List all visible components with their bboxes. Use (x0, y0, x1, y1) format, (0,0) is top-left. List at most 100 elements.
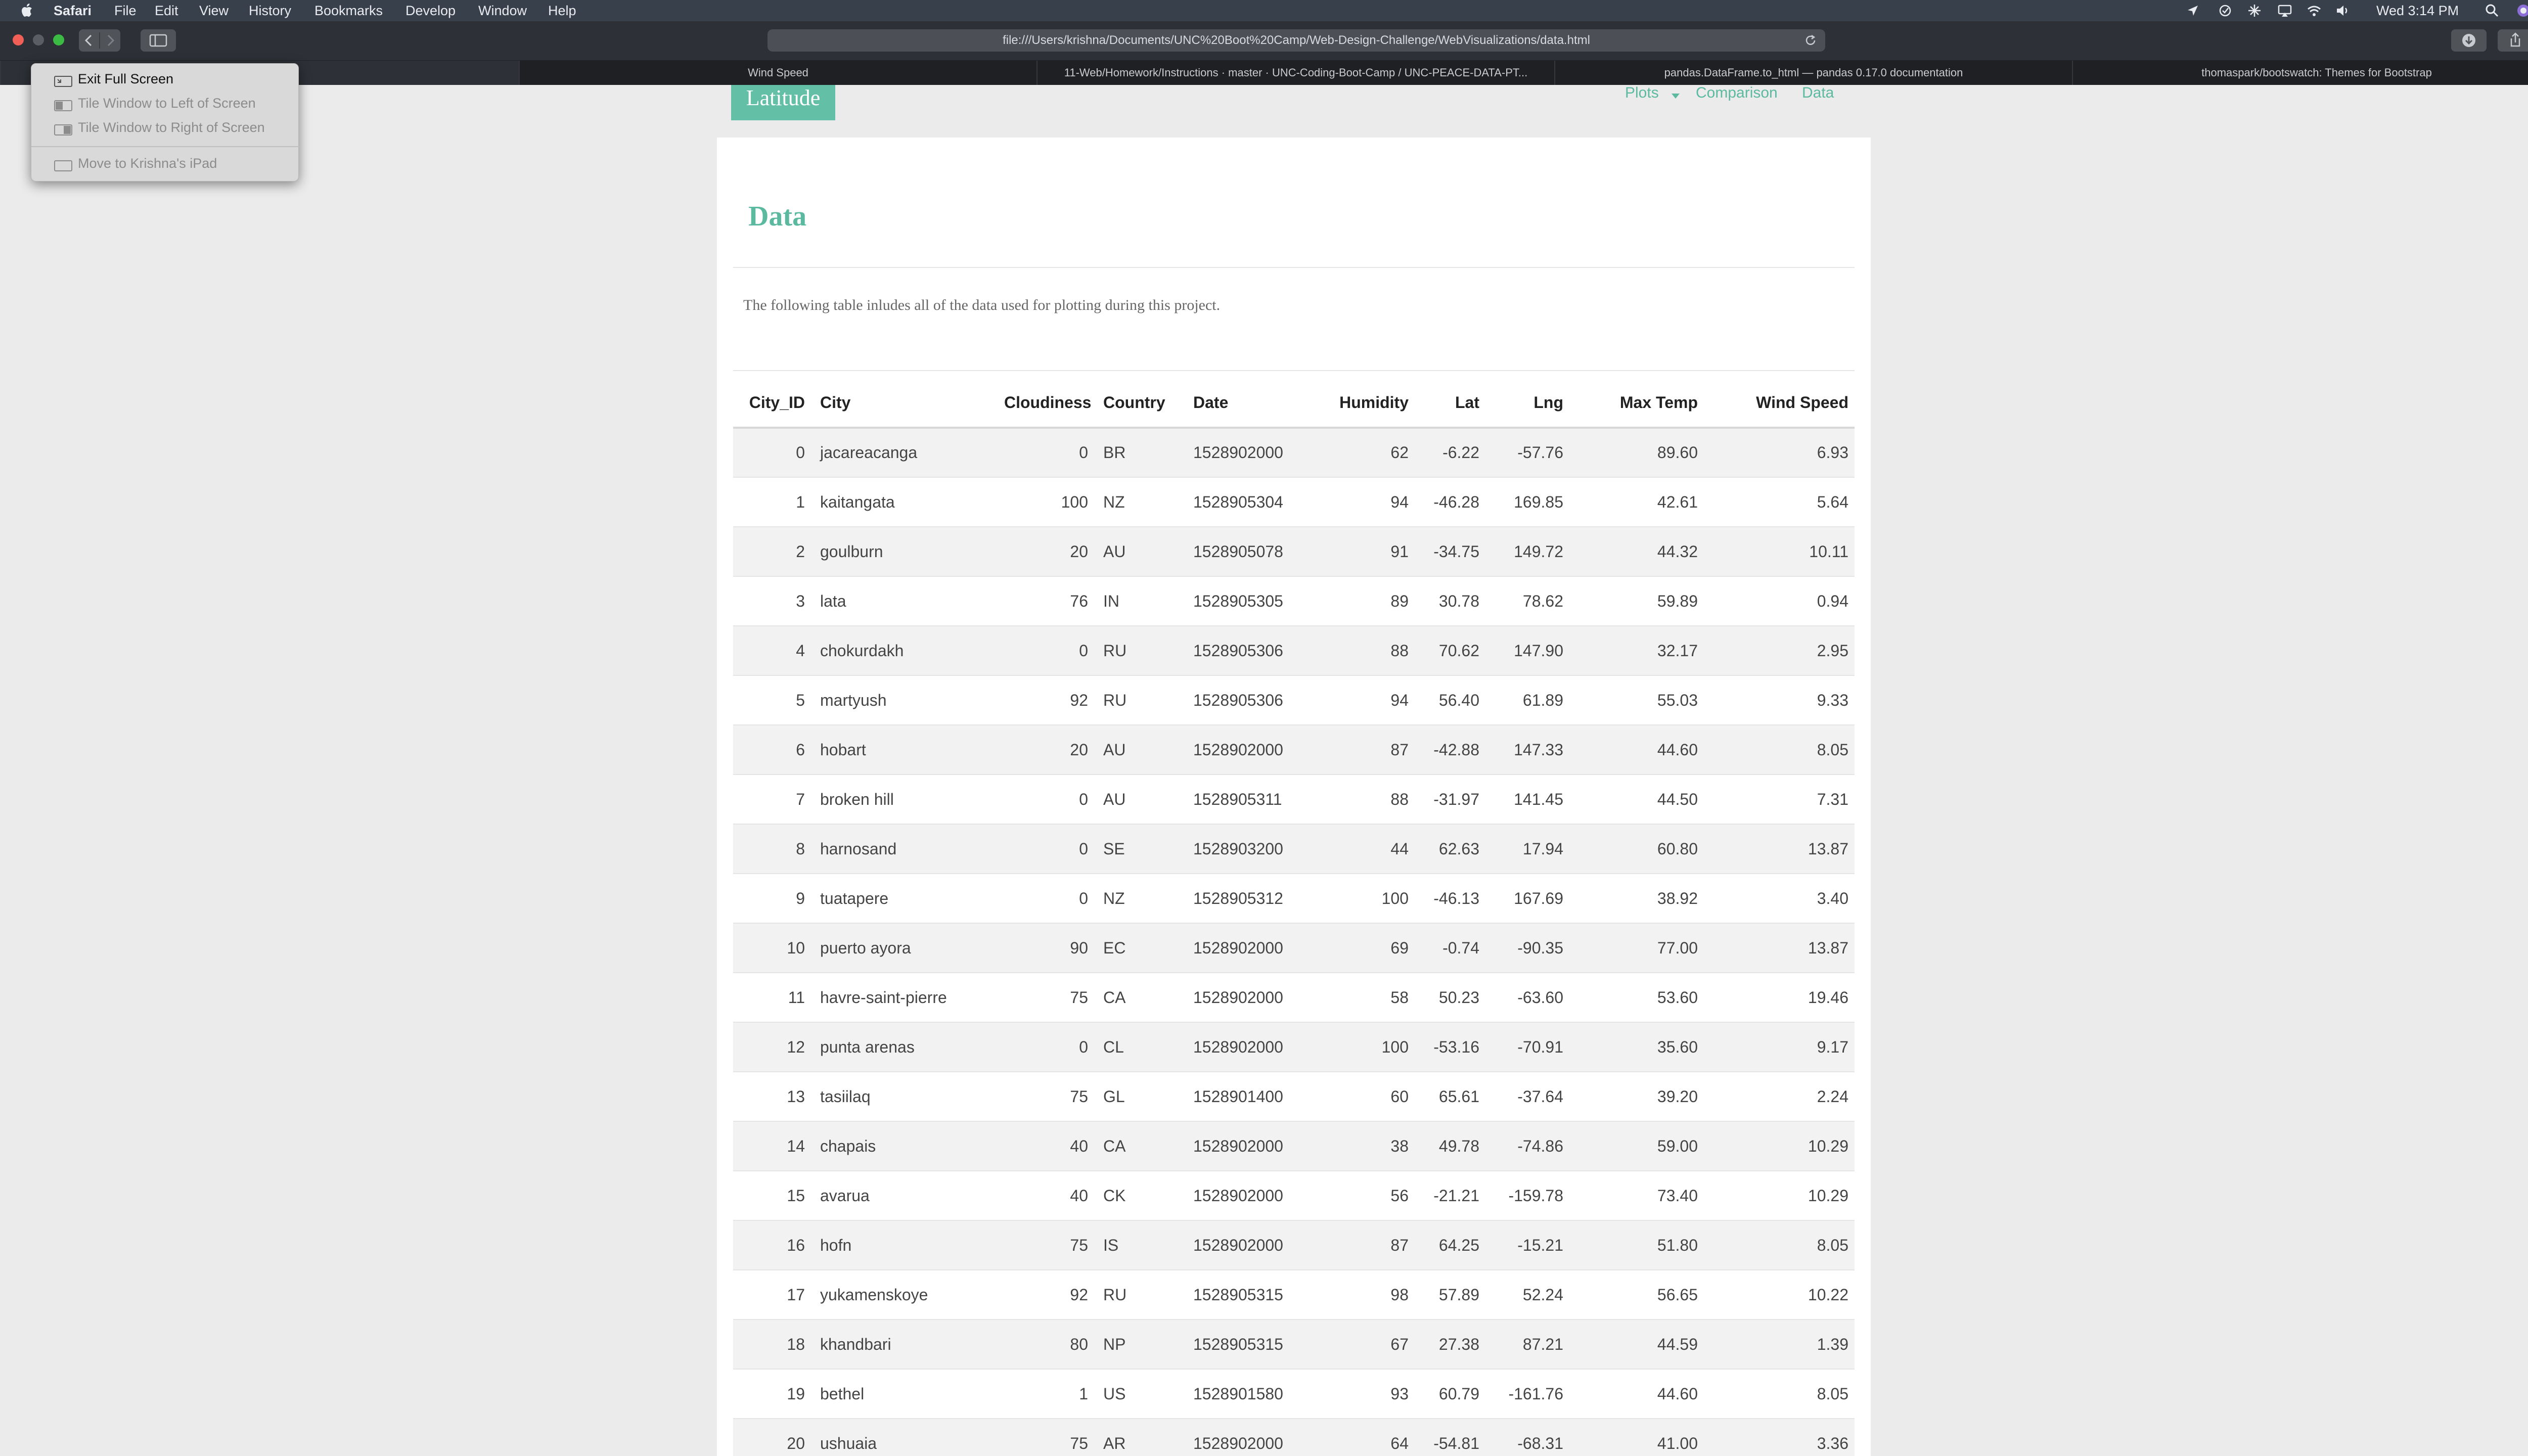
table-row: 5 martyush 92 RU 1528905306 94 56.40 61.89 55.03… (733, 675, 1855, 725)
cell-max-temp: 41.00 (1569, 1418, 1704, 1456)
status-app-icon[interactable] (2218, 3, 2233, 18)
table-body: 0 jacareacanga 0 BR 1528902000 62 -6.22 -57.76 8… (733, 427, 1855, 1456)
menubar-clock[interactable]: Wed 3:14 PM (2376, 0, 2459, 21)
cell-city-id: 17 (733, 1269, 811, 1320)
cell-wind-speed: 10.29 (1704, 1170, 1855, 1220)
apple-icon[interactable] (19, 2, 35, 20)
menu-develop[interactable]: Develop (405, 0, 456, 21)
cell-date: 1528905315 (1184, 1269, 1310, 1320)
cell-lat: -46.13 (1415, 873, 1485, 923)
cell-lat: -6.22 (1415, 427, 1485, 477)
cell-cloudiness: 40 (1004, 1121, 1094, 1171)
cell-city: hofn (811, 1220, 1004, 1270)
page-title: Data (748, 201, 807, 232)
table-row: 9 tuatapere 0 NZ 1528905312 100 -46.13 167.69 38… (733, 873, 1855, 923)
spotlight-search-icon[interactable] (2485, 3, 2500, 18)
cell-country: CA (1094, 1121, 1184, 1171)
cell-country: IS (1094, 1220, 1184, 1270)
cell-humidity: 91 (1310, 526, 1415, 576)
cell-humidity: 56 (1310, 1170, 1415, 1220)
cell-cloudiness: 0 (1004, 427, 1094, 477)
cell-country: AU (1094, 526, 1184, 576)
window-minimize-button[interactable] (33, 34, 44, 46)
siri-icon[interactable] (2516, 3, 2528, 18)
nav-plots-dropdown[interactable]: Plots (1625, 85, 1659, 101)
column-header-wind-speed[interactable]: Wind Speed (1704, 378, 1855, 429)
cell-city: goulburn (811, 526, 1004, 576)
menu-item-label: Tile Window to Right of Screen (78, 120, 265, 135)
cell-date: 1528905311 (1184, 774, 1310, 824)
cell-city: punta arenas (811, 1022, 1004, 1072)
cell-country: NZ (1094, 873, 1184, 923)
cell-lat: -42.88 (1415, 724, 1485, 775)
volume-icon[interactable] (2335, 3, 2350, 18)
menu-edit[interactable]: Edit (155, 0, 178, 21)
column-header-country[interactable]: Country (1094, 378, 1184, 429)
cell-humidity: 88 (1310, 774, 1415, 824)
column-header-date[interactable]: Date (1184, 378, 1310, 429)
menu-view[interactable]: View (199, 0, 229, 21)
wifi-icon[interactable] (2307, 3, 2322, 18)
airplay-icon[interactable] (2277, 3, 2292, 18)
cell-city-id: 15 (733, 1170, 811, 1220)
menu-history[interactable]: History (249, 0, 291, 21)
cell-humidity: 88 (1310, 625, 1415, 675)
menu-help[interactable]: Help (548, 0, 576, 21)
column-header-lng[interactable]: Lng (1485, 378, 1569, 429)
spark-icon[interactable] (2247, 3, 2262, 18)
location-arrow-icon[interactable] (2185, 3, 2200, 18)
column-header-max-temp[interactable]: Max Temp (1569, 378, 1704, 429)
cell-city-id: 12 (733, 1022, 811, 1072)
cell-city: kaitangata (811, 477, 1004, 527)
menu-app-safari[interactable]: Safari (54, 0, 92, 21)
cell-city-id: 3 (733, 576, 811, 626)
ipad-icon (54, 158, 73, 171)
cell-lat: 49.78 (1415, 1121, 1485, 1171)
table-row: 19 bethel 1 US 1528901580 93 60.79 -161.76 44.60… (733, 1369, 1855, 1419)
cell-lat: -31.97 (1415, 774, 1485, 824)
cell-date: 1528902000 (1184, 427, 1310, 477)
column-header-city[interactable]: City (811, 378, 1004, 429)
column-header-city-id[interactable]: City_ID (733, 378, 811, 429)
share-button[interactable] (2498, 29, 2528, 52)
window-close-button[interactable] (13, 34, 24, 46)
cell-lat: -54.81 (1415, 1418, 1485, 1456)
sidebar-toggle-button[interactable] (141, 29, 176, 52)
menu-file[interactable]: File (114, 0, 137, 21)
chevron-down-icon (1672, 92, 1680, 99)
menu-bookmarks[interactable]: Bookmarks (314, 0, 383, 21)
cell-lng: 78.62 (1485, 576, 1569, 626)
reload-icon[interactable] (1803, 33, 1818, 48)
cell-city: yukamenskoye (811, 1269, 1004, 1320)
tab-pandas-docs[interactable]: pandas.DataFrame.to_html — pandas 0.17.0… (1554, 61, 2072, 85)
cell-cloudiness: 100 (1004, 477, 1094, 527)
tab-bootswatch[interactable]: thomaspark/bootswatch: Themes for Bootst… (2072, 61, 2528, 85)
nav-comparison-link[interactable]: Comparison (1696, 85, 1778, 101)
cell-lng: 147.33 (1485, 724, 1569, 775)
tab-wind-speed[interactable]: Wind Speed (519, 61, 1036, 85)
cell-humidity: 69 (1310, 923, 1415, 973)
cell-humidity: 64 (1310, 1418, 1415, 1456)
column-header-cloudiness[interactable]: Cloudiness (1004, 378, 1094, 429)
menu-window[interactable]: Window (478, 0, 527, 21)
downloads-button[interactable] (2451, 29, 2487, 52)
column-header-humidity[interactable]: Humidity (1310, 378, 1415, 429)
tab-homework-instructions[interactable]: 11-Web/Homework/Instructions · master · … (1036, 61, 1554, 85)
cell-wind-speed: 10.11 (1704, 526, 1855, 576)
column-header-lat[interactable]: Lat (1415, 378, 1485, 429)
cell-lng: 17.94 (1485, 824, 1569, 874)
back-button[interactable] (79, 29, 100, 52)
cell-lat: -21.21 (1415, 1170, 1485, 1220)
forward-button[interactable] (100, 29, 120, 52)
exit-full-screen-icon (54, 73, 73, 87)
address-bar[interactable]: file:///Users/krishna/Documents/UNC%20Bo… (768, 29, 1825, 52)
nav-data-link[interactable]: Data (1802, 85, 1834, 101)
title-divider (733, 267, 1855, 268)
cell-cloudiness: 1 (1004, 1369, 1094, 1419)
window-fullscreen-button[interactable] (53, 34, 64, 46)
site-brand[interactable]: Latitude (731, 85, 835, 120)
table-row: 6 hobart 20 AU 1528902000 87 -42.88 147.33 44.60… (733, 724, 1855, 775)
cell-date: 1528905306 (1184, 625, 1310, 675)
cell-city-id: 16 (733, 1220, 811, 1270)
share-icon (2510, 32, 2520, 47)
